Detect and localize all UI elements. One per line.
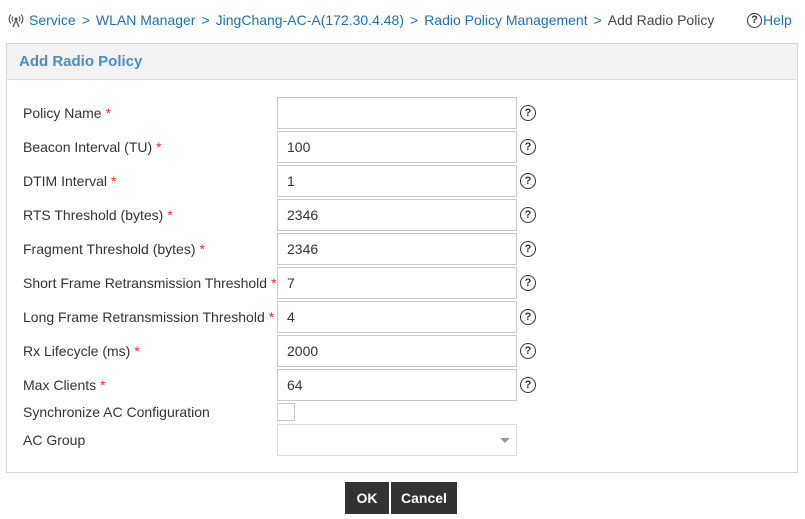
question-circle-icon[interactable]: ? bbox=[520, 139, 536, 155]
policy-name-label-text: Policy Name bbox=[23, 105, 102, 121]
ac-group-row: AC Group bbox=[23, 424, 563, 456]
sync-ac-label: Synchronize AC Configuration bbox=[23, 404, 210, 420]
breadcrumb-link-service[interactable]: Service bbox=[29, 12, 76, 28]
question-circle-icon[interactable]: ? bbox=[520, 207, 536, 223]
dtim-interval-row: DTIM Interval * 1? bbox=[23, 165, 563, 197]
fragment-threshold-label: Fragment Threshold (bytes) * bbox=[23, 241, 205, 257]
short-frame-retrans-input[interactable]: 7 bbox=[277, 267, 517, 299]
question-circle-icon[interactable]: ? bbox=[520, 105, 536, 121]
required-marker: * bbox=[156, 139, 162, 155]
rx-lifecycle-input[interactable]: 2000 bbox=[277, 335, 517, 367]
breadcrumb-link-wlan-manager[interactable]: WLAN Manager bbox=[96, 12, 196, 28]
panel-header: Add Radio Policy bbox=[7, 44, 797, 80]
rx-lifecycle-label-text: Rx Lifecycle (ms) bbox=[23, 343, 131, 359]
policy-name-label: Policy Name * bbox=[23, 105, 111, 121]
dtim-interval-label-text: DTIM Interval bbox=[23, 173, 108, 189]
beacon-interval-row: Beacon Interval (TU) * 100? bbox=[23, 131, 563, 163]
add-radio-policy-panel: Add Radio Policy Policy Name *? Beacon Int… bbox=[6, 43, 798, 473]
dtim-interval-label: DTIM Interval * bbox=[23, 173, 116, 189]
required-marker: * bbox=[268, 309, 275, 325]
policy-name-row: Policy Name *? bbox=[23, 97, 563, 129]
question-circle-icon[interactable]: ? bbox=[520, 309, 536, 325]
dtim-interval-input[interactable]: 1 bbox=[277, 165, 517, 197]
long-frame-retrans-label: Long Frame Retransmission Threshold * bbox=[23, 309, 274, 325]
breadcrumb-current: Add Radio Policy bbox=[607, 12, 715, 28]
policy-name-input[interactable] bbox=[277, 97, 517, 129]
max-clients-label-text: Max Clients bbox=[23, 377, 97, 393]
panel-title: Add Radio Policy bbox=[19, 53, 143, 70]
breadcrumb-link-ac[interactable]: JingChang-AC-A(172.30.4.48) bbox=[216, 12, 404, 28]
beacon-interval-label-text: Beacon Interval (TU) bbox=[23, 139, 153, 155]
rts-threshold-label-text: RTS Threshold (bytes) bbox=[23, 207, 164, 223]
breadcrumb-separator: > bbox=[410, 12, 419, 28]
breadcrumb-link-radio-policy-management[interactable]: Radio Policy Management bbox=[424, 12, 587, 28]
ac-group-label: AC Group bbox=[23, 432, 86, 448]
required-marker: * bbox=[134, 343, 140, 359]
required-marker: * bbox=[167, 207, 173, 223]
short-frame-retrans-label: Short Frame Retransmission Threshold * bbox=[23, 275, 277, 291]
help-link[interactable]: ? Help bbox=[747, 10, 792, 30]
long-frame-retrans-row: Long Frame Retransmission Threshold * 4? bbox=[23, 301, 563, 333]
cancel-button[interactable]: Cancel bbox=[391, 482, 457, 514]
beacon-interval-label: Beacon Interval (TU) * bbox=[23, 139, 162, 155]
required-marker: * bbox=[271, 275, 277, 291]
breadcrumb-separator: > bbox=[201, 12, 210, 28]
rts-threshold-label: RTS Threshold (bytes) * bbox=[23, 207, 173, 223]
sync-ac-row: Synchronize AC Configuration bbox=[23, 402, 563, 422]
help-label: Help bbox=[763, 12, 792, 28]
wireless-antenna-icon bbox=[8, 12, 24, 28]
question-circle-icon[interactable]: ? bbox=[520, 343, 536, 359]
ok-button[interactable]: OK bbox=[345, 482, 389, 514]
sync-ac-checkbox[interactable] bbox=[277, 403, 295, 421]
ac-group-select[interactable] bbox=[277, 424, 517, 456]
breadcrumb: Service > WLAN Manager > JingChang-AC-A(… bbox=[8, 10, 714, 30]
beacon-interval-input[interactable]: 100 bbox=[277, 131, 517, 163]
max-clients-input[interactable]: 64 bbox=[277, 369, 517, 401]
long-frame-retrans-label-text: Long Frame Retransmission Threshold bbox=[23, 309, 265, 325]
breadcrumb-separator: > bbox=[81, 12, 90, 28]
rx-lifecycle-row: Rx Lifecycle (ms) * 2000? bbox=[23, 335, 563, 367]
required-marker: * bbox=[111, 173, 117, 189]
rx-lifecycle-label: Rx Lifecycle (ms) * bbox=[23, 343, 140, 359]
max-clients-label: Max Clients * bbox=[23, 377, 106, 393]
question-circle-icon[interactable]: ? bbox=[520, 241, 536, 257]
fragment-threshold-input[interactable]: 2346 bbox=[277, 233, 517, 265]
max-clients-row: Max Clients * 64? bbox=[23, 369, 563, 401]
required-marker: * bbox=[199, 241, 205, 257]
rts-threshold-row: RTS Threshold (bytes) * 2346? bbox=[23, 199, 563, 231]
question-circle-icon[interactable]: ? bbox=[520, 173, 536, 189]
required-marker: * bbox=[105, 105, 112, 121]
short-frame-retrans-row: Short Frame Retransmission Threshold * 7? bbox=[23, 267, 563, 299]
chevron-down-icon bbox=[500, 438, 510, 443]
question-circle-icon[interactable]: ? bbox=[520, 275, 536, 291]
short-frame-retrans-label-text: Short Frame Retransmission Threshold bbox=[23, 275, 268, 291]
long-frame-retrans-input[interactable]: 4 bbox=[277, 301, 517, 333]
question-circle-icon[interactable]: ? bbox=[520, 377, 536, 393]
required-marker: * bbox=[100, 377, 106, 393]
breadcrumb-separator: > bbox=[593, 12, 602, 28]
fragment-threshold-label-text: Fragment Threshold (bytes) bbox=[23, 241, 196, 257]
rts-threshold-input[interactable]: 2346 bbox=[277, 199, 517, 231]
fragment-threshold-row: Fragment Threshold (bytes) * 2346? bbox=[23, 233, 563, 265]
question-circle-icon: ? bbox=[747, 12, 762, 28]
